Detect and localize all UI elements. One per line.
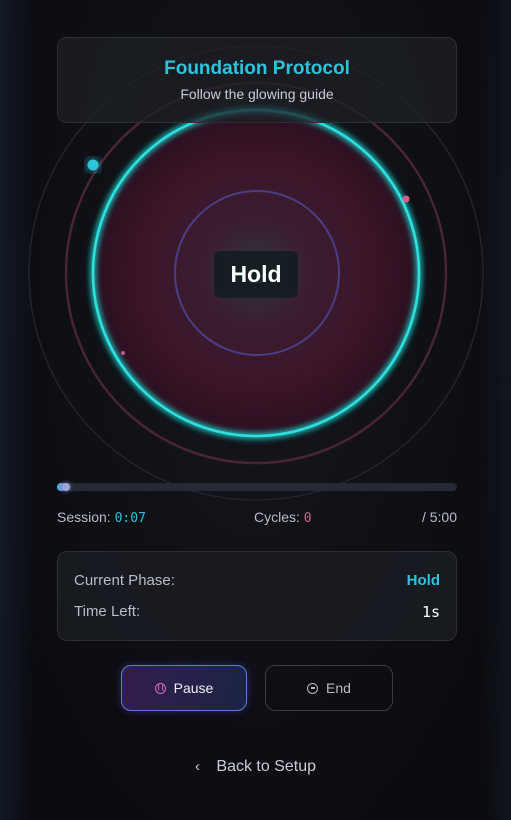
session-label: Session: [57,509,111,525]
time-left-row: Time Left: 1s [74,603,440,621]
end-button[interactable]: End [265,665,393,711]
current-phase-label: Current Phase: [74,572,175,589]
end-button-label: End [326,680,351,696]
pause-button-label: Pause [173,680,214,696]
session-progress-bar [57,483,457,491]
back-to-setup-link[interactable]: ‹ Back to Setup [0,758,511,776]
current-phase-row: Current Phase: Hold [74,572,440,589]
protocol-subtitle: Follow the glowing guide [180,86,334,102]
cycles-stat: Cycles: 0 [254,509,312,526]
chevron-left-icon: ‹ [194,758,200,775]
orbit-dot-cyan [87,159,99,171]
session-progress-knob [62,483,71,491]
pause-circle-icon: ❙❙ [154,682,166,694]
pause-button[interactable]: ❙❙ Pause [121,665,247,711]
phase-display: ⌂ Hold [214,251,298,298]
orbit-dot-small [121,351,125,355]
protocol-title: Foundation Protocol [164,58,350,79]
back-to-setup-label: Back to Setup [216,758,317,775]
current-phase-value: Hold [406,572,440,589]
session-value: 0:07 [114,511,146,526]
time-left-value: 1s [421,603,440,621]
session-stats: Session: 0:07 Cycles: 0 / 5:00 [57,509,457,527]
time-left-label: Time Left: [74,603,141,620]
phase-display-text: Hold [230,261,282,287]
cycles-label: Cycles: [254,509,300,525]
session-stat: Session: 0:07 [57,509,146,526]
orbit-dot-pink [402,195,410,203]
protocol-header: Foundation Protocol Follow the glowing g… [57,37,457,123]
cycles-value: 0 [303,511,312,526]
session-total: / 5:00 [421,509,457,525]
phase-info-panel: Current Phase: Hold Time Left: 1s [57,551,457,641]
stop-circle-icon [307,682,319,694]
